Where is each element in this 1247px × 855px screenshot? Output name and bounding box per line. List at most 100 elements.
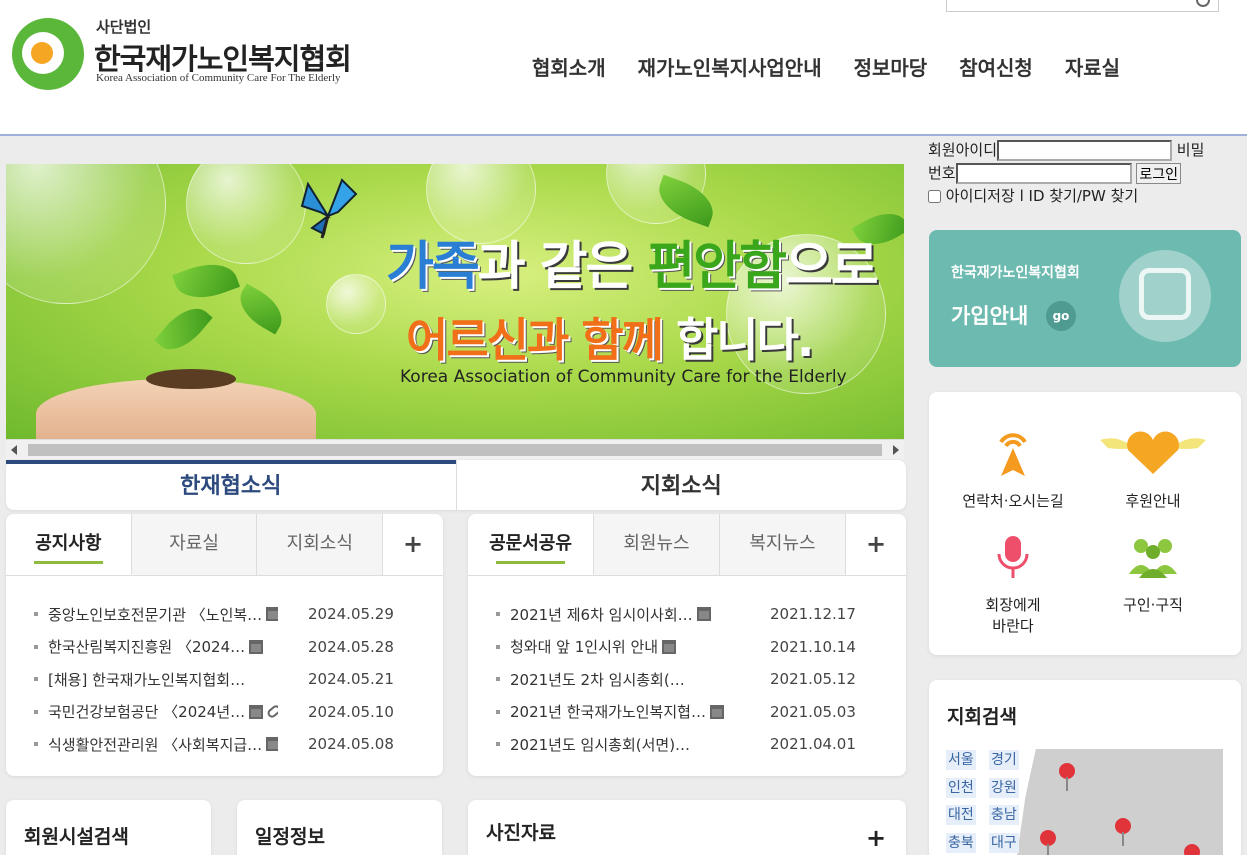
remember-id-checkbox[interactable]	[928, 190, 941, 203]
document-title[interactable]: 2021년도 2차 임시총회(…	[510, 669, 740, 690]
join-go-button[interactable]: go	[1046, 301, 1076, 331]
nav-item-info[interactable]: 정보마당	[854, 52, 928, 81]
tab-documents[interactable]: 공문서공유	[468, 514, 594, 575]
region-daegu[interactable]: 대구	[989, 833, 1019, 853]
login-pw-input[interactable]	[955, 163, 1132, 184]
notice-title[interactable]: 한국산림복지진흥원 〈2024…	[48, 636, 278, 657]
notice-title[interactable]: 식생활안전관리원 〈사회복지급…	[48, 734, 278, 755]
logo-mark-icon	[12, 18, 84, 90]
notice-title[interactable]: [채용] 한국재가노인복지협회…	[48, 669, 278, 690]
nav-item-apply[interactable]: 참여신청	[959, 52, 1033, 81]
document-title[interactable]: 2021년도 임시총회(서면)…	[510, 734, 740, 755]
tab-branch-news[interactable]: 지회소식	[455, 460, 907, 510]
tab-branch[interactable]: 지회소식	[257, 514, 384, 575]
nav-item-services[interactable]: 재가노인복지사업안내	[638, 52, 822, 81]
notice-row[interactable]: 한국산림복지진흥원 〈2024… 2024.05.28	[34, 631, 443, 664]
tab-archive[interactable]: 자료실	[131, 514, 258, 575]
tab-member-news[interactable]: 회원뉴스	[594, 514, 720, 575]
map-pin-icon[interactable]	[1184, 844, 1200, 855]
region-daejeon[interactable]: 대전	[946, 805, 976, 825]
find-id-pw-link[interactable]: ID 찾기/PW 찾기	[1029, 187, 1139, 205]
map-pin-icon[interactable]	[1040, 830, 1056, 855]
notice-row[interactable]: 식생활안전관리원 〈사회복지급… 2024.05.08	[34, 728, 443, 761]
notice-title[interactable]: 중앙노인보호전문기관 〈노인복…	[48, 604, 278, 625]
bullet-icon	[496, 677, 500, 682]
people-icon	[1129, 539, 1177, 578]
quick-contact-label: 연락처·오시는길	[962, 492, 1064, 510]
banner-headline-2: 어르신과 함께 합니다.	[406, 313, 814, 367]
photo-more-button[interactable]: +	[866, 824, 886, 852]
notice-title[interactable]: 국민건강보험공단 〈2024년…	[48, 701, 278, 722]
join-guide-banner[interactable]: 한국재가노인복지협회 가입안내 go	[929, 230, 1241, 367]
search-input[interactable]	[946, 0, 1219, 12]
quick-contact[interactable]: 연락처·오시는길	[943, 428, 1083, 511]
schedule-title: 일정정보	[255, 826, 325, 848]
notice-date: 2024.05.10	[308, 702, 394, 721]
bullet-icon	[34, 709, 38, 714]
attachment-file-icon	[662, 639, 677, 654]
notice-title-text: [채용] 한국재가노인복지협회…	[48, 670, 246, 689]
photo-title: 사진자료	[486, 822, 556, 844]
main-banner[interactable]: 가족과 같은 편안함으로 어르신과 함께 합니다. Korea Associat…	[6, 164, 904, 439]
document-title-text: 2021년도 임시총회(서면)…	[510, 735, 691, 754]
document-row[interactable]: 2021년 한국재가노인복지협… 2021.05.03	[496, 696, 906, 729]
map-pin-icon[interactable]	[1115, 818, 1131, 846]
document-title-text: 2021년 제6차 임시이사회…	[510, 605, 693, 624]
documents-more-button[interactable]: +	[846, 514, 906, 575]
region-seoul[interactable]: 서울	[946, 750, 976, 770]
document-title[interactable]: 2021년 한국재가노인복지협…	[510, 701, 740, 722]
soil-illustration	[146, 369, 236, 389]
region-gyeonggi[interactable]: 경기	[989, 750, 1019, 770]
facility-search-title: 회원시설검색	[24, 826, 129, 848]
photo-card: 사진자료 +	[468, 800, 906, 855]
region-chungbuk[interactable]: 충북	[946, 833, 976, 853]
tab-association-news[interactable]: 한재협소식	[6, 460, 456, 510]
document-title-text: 청와대 앞 1인시위 안내	[510, 638, 659, 657]
banner-scrollbar[interactable]	[6, 439, 904, 459]
region-incheon[interactable]: 인천	[946, 778, 976, 798]
winged-heart-icon	[1100, 431, 1206, 474]
document-row[interactable]: 2021년도 2차 임시총회(… 2021.05.12	[496, 663, 906, 696]
site-logo[interactable]: 사단법인 한국재가노인복지협회 Korea Association of Com…	[12, 14, 372, 96]
facility-search-card[interactable]: 회원시설검색	[6, 800, 211, 855]
notice-more-button[interactable]: +	[383, 514, 443, 575]
scroll-left-icon[interactable]	[11, 445, 17, 455]
notice-title-text: 중앙노인보호전문기관 〈노인복…	[48, 605, 263, 624]
quick-donate-label: 후원안내	[1125, 492, 1181, 510]
scrollbar-thumb[interactable]	[28, 444, 882, 456]
login-button[interactable]: 로그인	[1136, 163, 1182, 184]
quick-jobs[interactable]: 구인·구직	[1083, 534, 1223, 615]
documents-tabs: 공문서공유 회원뉴스 복지뉴스 +	[468, 514, 906, 576]
document-row[interactable]: 청와대 앞 1인시위 안내 2021.10.14	[496, 631, 906, 664]
nav-item-archive[interactable]: 자료실	[1065, 52, 1120, 81]
tab-notice[interactable]: 공지사항	[6, 514, 132, 575]
scroll-right-icon[interactable]	[893, 445, 899, 455]
nav-item-about[interactable]: 협회소개	[532, 52, 606, 81]
notice-row[interactable]: 국민건강보험공단 〈2024년… 2024.05.10	[34, 696, 443, 729]
notice-row[interactable]: 중앙노인보호전문기관 〈노인복… 2024.05.29	[34, 598, 443, 631]
house-icon	[1119, 250, 1211, 342]
quick-menu: 연락처·오시는길 후원안내 회장에게 바란다 구인·구직	[929, 392, 1241, 655]
notice-row[interactable]: [채용] 한국재가노인복지협회… 2024.05.21	[34, 663, 443, 696]
region-chungnam[interactable]: 충남	[989, 805, 1019, 825]
document-date: 2021.05.03	[770, 702, 856, 721]
quick-donate[interactable]: 후원안내	[1083, 428, 1223, 511]
attachment-file-icon	[266, 607, 278, 622]
document-row[interactable]: 2021년 제6차 임시이사회… 2021.12.17	[496, 598, 906, 631]
search-icon[interactable]	[1196, 0, 1210, 7]
document-title[interactable]: 청와대 앞 1인시위 안내	[510, 636, 740, 657]
microphone-icon	[997, 536, 1029, 578]
map-pin-icon[interactable]	[1059, 763, 1075, 791]
link-icon	[265, 703, 278, 720]
tab-welfare-news[interactable]: 복지뉴스	[720, 514, 846, 575]
notice-date: 2024.05.08	[308, 735, 394, 754]
region-gangwon[interactable]: 강원	[989, 778, 1019, 798]
login-id-input[interactable]	[997, 140, 1173, 161]
bullet-icon	[34, 644, 38, 649]
document-title[interactable]: 2021년 제6차 임시이사회…	[510, 604, 740, 625]
document-row[interactable]: 2021년도 임시총회(서면)… 2021.04.01	[496, 728, 906, 761]
banner-english-caption: Korea Association of Community Care for …	[400, 367, 847, 387]
join-subtitle: 한국재가노인복지협회	[951, 265, 1080, 281]
quick-to-president[interactable]: 회장에게 바란다	[943, 534, 1083, 636]
schedule-card[interactable]: 일정정보	[237, 800, 442, 855]
